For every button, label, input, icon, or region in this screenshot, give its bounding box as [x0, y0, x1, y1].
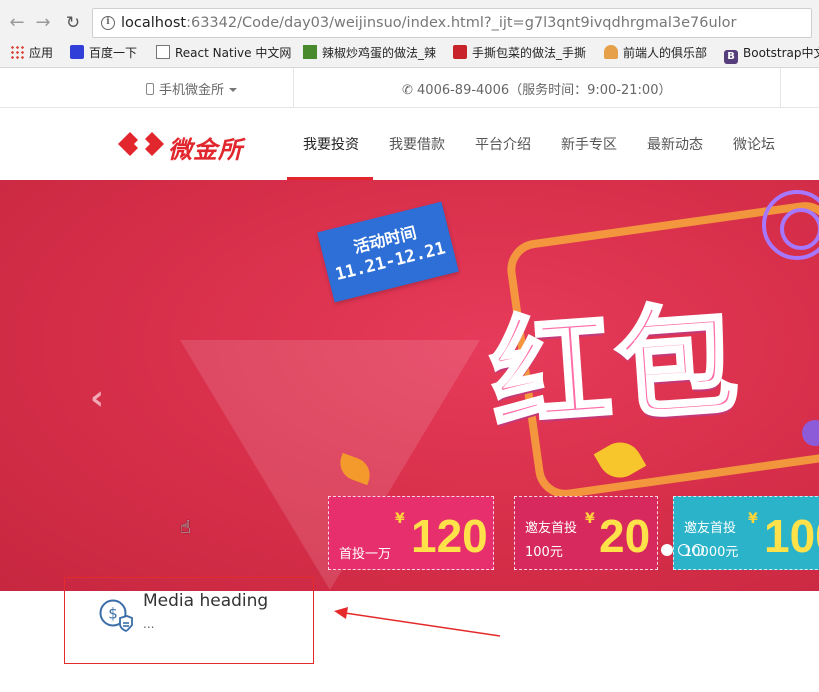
card-label: 首投一万 — [339, 547, 392, 562]
nav-invest[interactable]: 我要投资 — [303, 134, 359, 154]
reward-card-first-invest: 首投一万 ¥ 120 — [328, 496, 494, 570]
logo-text: 微金所 — [168, 136, 243, 164]
svg-text:$: $ — [108, 605, 118, 623]
apps-grid-icon — [10, 45, 24, 59]
xiangha-icon — [453, 45, 467, 59]
mobile-phone-icon — [146, 83, 154, 95]
card-currency: ¥ — [748, 511, 758, 527]
nav-about[interactable]: 平台介绍 — [475, 134, 531, 154]
carousel-indicator-2[interactable] — [678, 544, 690, 556]
baidu-paw-icon — [70, 45, 84, 59]
bookmark-label: 百度一下 — [89, 46, 138, 60]
nav-newbie[interactable]: 新手专区 — [561, 134, 617, 154]
site-topbar: 手机微金所 ✆ 4006-89-4006（服务时间：9:00-21:00） — [0, 68, 819, 108]
banner-headline: 红包 — [484, 288, 749, 448]
bookmark-label: 前端人的俱乐部 — [623, 46, 708, 60]
address-bar[interactable]: i localhost:63342/Code/day03/weijinsuo/i… — [92, 8, 812, 38]
bookmark-label: 手撕包菜的做法_手撕 — [472, 46, 587, 60]
card-currency: ¥ — [585, 511, 595, 527]
back-icon[interactable]: ← — [6, 12, 28, 34]
reload-icon[interactable]: ↻ — [62, 12, 84, 34]
browser-chrome: ← → ↻ i localhost:63342/Code/day03/weiji… — [0, 0, 819, 68]
bookmark-apps[interactable]: 应用 — [10, 44, 53, 62]
hotline-text: 4006-89-4006（服务时间：9:00-21:00） — [417, 83, 672, 98]
bookmark-react-native[interactable]: React Native 中文网 — [156, 44, 291, 62]
banner-carousel[interactable]: ‹ 活动时间 11.21-12.21 红包 首投一万 ¥ 120 邀友首投 ¥ … — [0, 180, 819, 591]
bookmark-baidu[interactable]: 百度一下 — [70, 44, 137, 62]
event-period-tag: 活动时间 11.21-12.21 — [317, 201, 459, 303]
media-body: ... — [143, 617, 155, 631]
bookmark-recipe-1[interactable]: 辣椒炒鸡蛋的做法_辣 — [303, 44, 436, 62]
url-text[interactable]: localhost:63342/Code/day03/weijinsuo/ind… — [121, 15, 737, 31]
logo-diamond-icon — [118, 132, 164, 156]
carousel-prev-icon[interactable]: ‹ — [90, 378, 104, 418]
site-header: 微金所 我要投资 我要借款 平台介绍 新手专区 最新动态 微论坛 — [0, 108, 819, 180]
bookmark-label: 应用 — [29, 46, 54, 60]
topbar-left: 手机微金所 — [0, 68, 294, 108]
card-label: 邀友首投 — [684, 521, 737, 536]
card-amount: 120 — [411, 510, 488, 562]
address-row: ← → ↻ i localhost:63342/Code/day03/weiji… — [0, 6, 819, 40]
card-label: 邀友首投 — [525, 521, 578, 536]
info-icon[interactable]: i — [101, 16, 115, 30]
card-amount: 20 — [599, 510, 651, 562]
carousel-indicator-3[interactable] — [692, 544, 704, 556]
topbar-divider — [780, 68, 781, 108]
forward-icon[interactable]: → — [32, 12, 54, 34]
bookmark-recipe-2[interactable]: 手撕包菜的做法_手撕 — [453, 44, 586, 62]
hand-cursor-icon: ☝ — [180, 517, 191, 538]
nav-borrow[interactable]: 我要借款 — [389, 134, 445, 154]
url-host: localhost — [121, 15, 187, 31]
bookmark-bootstrap[interactable]: B Bootstrap中文 — [724, 44, 819, 64]
dollar-shield-icon: $ — [99, 599, 133, 632]
recipe-site-icon — [303, 45, 317, 59]
url-path: :63342/Code/day03/weijinsuo/index.html?_… — [186, 15, 737, 31]
nav-forum[interactable]: 微论坛 — [733, 134, 775, 154]
hotline: ✆ 4006-89-4006（服务时间：9:00-21:00） — [402, 79, 671, 98]
bookmark-label: 辣椒炒鸡蛋的做法_辣 — [322, 46, 437, 60]
mobile-app-label: 手机微金所 — [159, 83, 225, 98]
bookmark-label: React Native 中文网 — [175, 46, 292, 60]
bootstrap-icon: B — [724, 50, 738, 64]
person-icon — [604, 45, 618, 59]
carousel-indicator-1[interactable] — [661, 544, 673, 556]
card-amount: 100 — [764, 510, 819, 562]
card-currency: ¥ — [395, 511, 405, 527]
nav-news[interactable]: 最新动态 — [647, 134, 703, 154]
site-logo[interactable]: 微金所 — [118, 126, 242, 164]
bookmarks-bar: 应用 百度一下 React Native 中文网 辣椒炒鸡蛋的做法_辣 手撕包菜… — [0, 40, 819, 66]
bookmark-frontend-club[interactable]: 前端人的俱乐部 — [604, 44, 707, 62]
telephone-icon: ✆ — [402, 83, 418, 98]
page-icon — [156, 45, 170, 59]
mobile-app-dropdown[interactable]: 手机微金所 — [146, 79, 238, 98]
reward-card-invite-1: 邀友首投 ¥ 20 100元 — [514, 496, 658, 570]
card-sub: 100元 — [525, 545, 563, 560]
media-heading: Media heading — [143, 591, 269, 611]
caret-down-icon — [229, 88, 238, 92]
bookmark-label: Bootstrap中文 — [743, 46, 819, 60]
reward-card-invite-2: 邀友首投 ¥ 100 10000元 — [673, 496, 819, 570]
